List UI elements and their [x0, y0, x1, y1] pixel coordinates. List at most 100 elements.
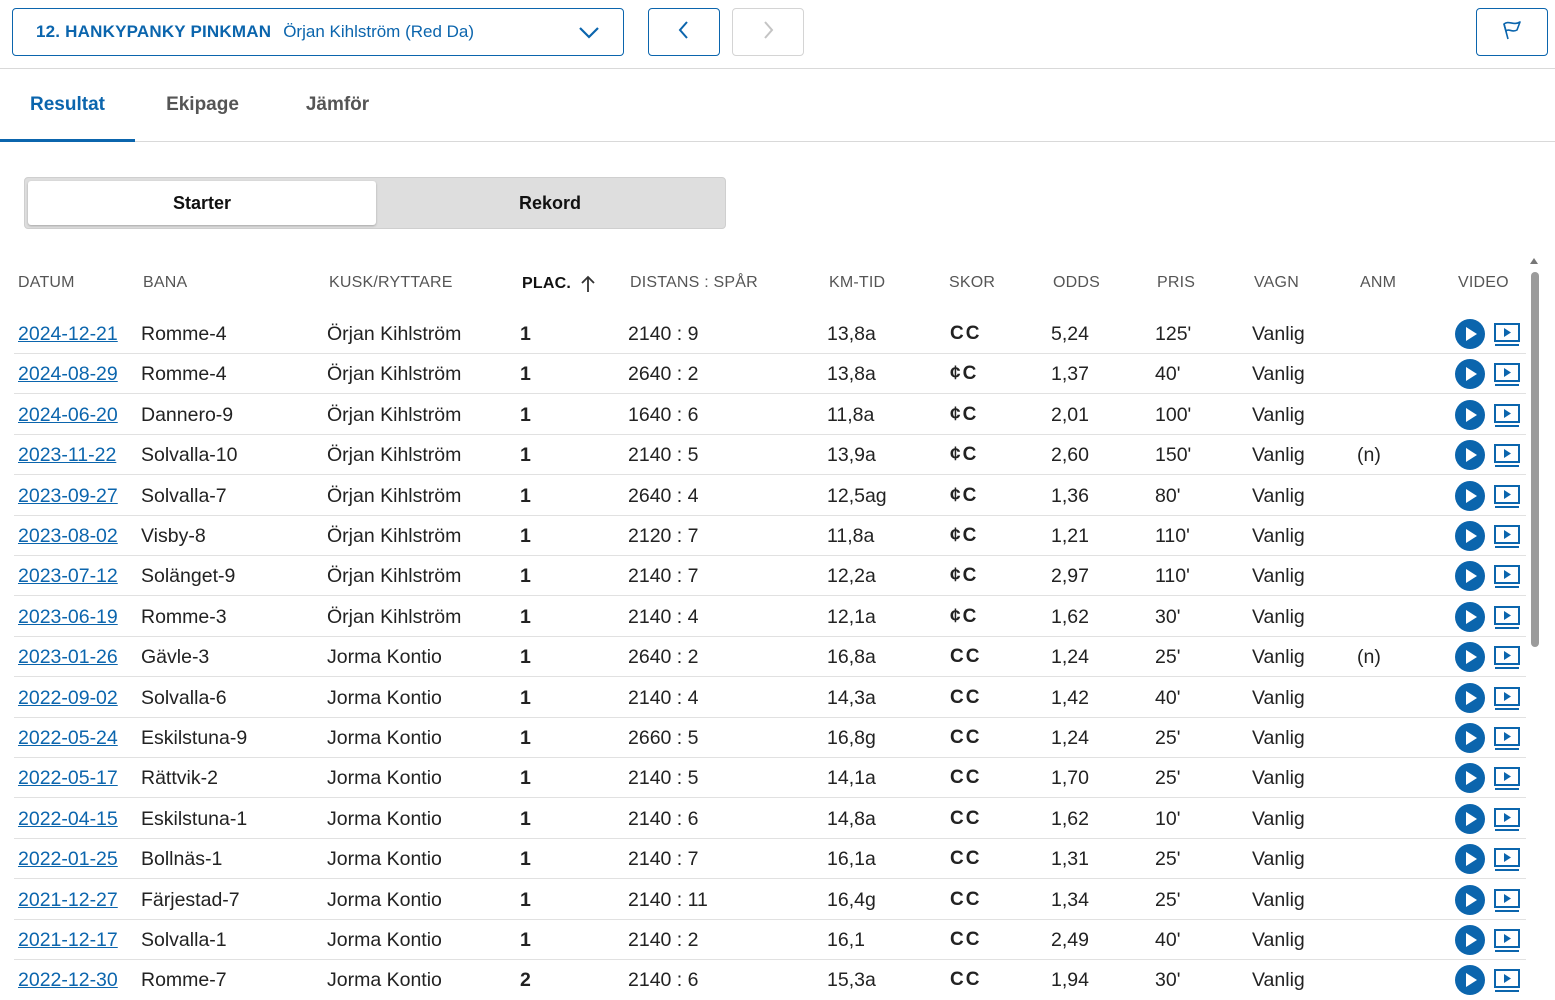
play-circle-icon[interactable]: [1455, 925, 1485, 955]
video-replay-icon[interactable]: [1493, 766, 1521, 797]
row-date-link[interactable]: 2022-04-15: [18, 808, 118, 831]
row-bana: Romme-7: [141, 969, 227, 992]
scroll-up-arrow[interactable]: [1530, 258, 1538, 264]
play-circle-icon[interactable]: [1455, 480, 1485, 511]
row-date-link[interactable]: 2023-09-27: [18, 485, 118, 508]
column-header-distans[interactable]: DISTANS : SPÅR: [630, 274, 758, 292]
column-header-kusk[interactable]: KUSK/RYTTARE: [329, 274, 453, 292]
video-replay-icon[interactable]: [1493, 928, 1521, 959]
video-replay-icon[interactable]: [1493, 847, 1521, 878]
column-header-skor[interactable]: SKOR: [949, 274, 995, 292]
table-row: 2024-06-20 Dannero-9 Örjan Kihlström 1 1640 …: [14, 395, 1526, 435]
video-replay-icon[interactable]: [1493, 484, 1521, 515]
play-circle-icon[interactable]: [1455, 601, 1485, 632]
row-date-link[interactable]: 2024-12-21: [18, 323, 118, 346]
tab-resultat[interactable]: Resultat: [0, 69, 135, 142]
row-vagn: Vanlig: [1252, 646, 1305, 669]
row-vagn: Vanlig: [1252, 565, 1305, 588]
video-replay-icon[interactable]: [1493, 322, 1521, 353]
next-horse-button[interactable]: [732, 8, 804, 56]
column-header-vagn[interactable]: VAGN: [1254, 274, 1299, 292]
play-circle-icon[interactable]: [1455, 763, 1485, 794]
column-header-odds[interactable]: ODDS: [1053, 274, 1100, 292]
column-header-pris[interactable]: PRIS: [1157, 274, 1195, 292]
play-circle-icon[interactable]: [1455, 884, 1485, 915]
video-replay-icon[interactable]: [1493, 362, 1521, 393]
table-row: 2021-12-17 Solvalla-1 Jorma Kontio 1 2140 : …: [14, 920, 1526, 960]
column-header-anm[interactable]: ANM: [1360, 274, 1396, 292]
row-distans: 2140 : 7: [628, 848, 699, 871]
row-date-link[interactable]: 2022-09-02: [18, 687, 118, 710]
play-circle-icon[interactable]: [1455, 399, 1485, 430]
table-row: 2022-09-02 Solvalla-6 Jorma Kontio 1 2140 : …: [14, 678, 1526, 718]
play-circle-icon[interactable]: [1455, 642, 1485, 673]
row-date-link[interactable]: 2024-06-20: [18, 404, 118, 427]
row-date-link[interactable]: 2022-01-25: [18, 848, 118, 871]
video-replay-icon[interactable]: [1493, 968, 1521, 999]
row-bana: Färjestad-7: [141, 888, 240, 911]
tab-jamfor[interactable]: Jämför: [280, 69, 395, 141]
previous-horse-button[interactable]: [648, 8, 720, 56]
row-date-link[interactable]: 2023-06-19: [18, 606, 118, 629]
row-date-link[interactable]: 2023-01-26: [18, 646, 118, 669]
segment-rekord[interactable]: Rekord: [376, 181, 724, 225]
row-date-link[interactable]: 2022-12-30: [18, 969, 118, 992]
play-circle-icon[interactable]: [1455, 682, 1485, 713]
play-circle-icon[interactable]: [1455, 319, 1485, 349]
row-date-link[interactable]: 2024-08-29: [18, 363, 118, 386]
row-pris: 10': [1155, 807, 1181, 830]
row-date-link[interactable]: 2022-05-17: [18, 767, 118, 790]
video-replay-icon[interactable]: [1493, 645, 1521, 676]
row-date-link[interactable]: 2023-07-12: [18, 565, 118, 588]
video-replay-icon[interactable]: [1493, 605, 1521, 636]
row-bana: Solvalla-7: [141, 484, 227, 507]
column-header-kmtid[interactable]: KM-TID: [829, 274, 885, 292]
column-header-video: VIDEO: [1458, 274, 1509, 291]
video-replay-icon[interactable]: [1493, 524, 1521, 555]
row-odds: 1,36: [1051, 484, 1089, 507]
video-replay-icon[interactable]: [1493, 564, 1521, 595]
column-header-bana[interactable]: BANA: [143, 274, 187, 292]
row-date-link[interactable]: 2021-12-27: [18, 889, 118, 912]
video-replay-icon[interactable]: [1493, 888, 1521, 919]
tab-ekipage[interactable]: Ekipage: [140, 69, 265, 141]
play-circle-icon[interactable]: [1455, 521, 1485, 551]
video-replay-icon[interactable]: [1493, 726, 1521, 757]
play-circle-icon[interactable]: [1455, 965, 1485, 996]
play-circle-icon[interactable]: [1455, 359, 1485, 390]
row-distans: 2140 : 11: [628, 888, 708, 911]
row-plac: 1: [520, 484, 531, 507]
play-circle-icon[interactable]: [1455, 723, 1485, 753]
play-circle-icon[interactable]: [1455, 561, 1485, 592]
segment-starter[interactable]: Starter: [28, 181, 376, 225]
row-plac: 1: [520, 686, 531, 709]
play-circle-icon[interactable]: [1455, 844, 1485, 875]
row-plac: 1: [520, 525, 531, 547]
play-circle-icon[interactable]: [1455, 803, 1485, 834]
scrollbar-thumb[interactable]: [1531, 272, 1539, 647]
report-button[interactable]: [1476, 8, 1548, 56]
video-replay-icon[interactable]: [1493, 686, 1521, 717]
column-header-plac[interactable]: PLAC.: [522, 274, 597, 294]
row-kmtid: 16,8g: [827, 727, 876, 749]
table-row: 2023-06-19 Romme-3 Örjan Kihlström 1 2140 : …: [14, 597, 1526, 637]
horse-select-dropdown[interactable]: 12. HANKYPANKY PINKMAN Örjan Kihlström (…: [12, 8, 624, 56]
row-skor: CC: [950, 888, 982, 910]
row-date-link[interactable]: 2022-05-24: [18, 727, 118, 750]
play-circle-icon[interactable]: [1455, 440, 1485, 471]
row-distans: 2140 : 4: [628, 605, 699, 628]
video-replay-icon[interactable]: [1493, 443, 1521, 474]
row-distans: 1640 : 6: [628, 403, 699, 426]
video-replay-icon[interactable]: [1493, 807, 1521, 838]
column-header-datum[interactable]: DATUM: [18, 274, 75, 292]
video-replay-icon[interactable]: [1493, 403, 1521, 434]
row-date-link[interactable]: 2023-08-02: [18, 525, 118, 548]
horse-name: 12. HANKYPANKY PINKMAN: [36, 22, 272, 41]
row-odds: 1,21: [1051, 525, 1089, 547]
tab-bar: Resultat Ekipage Jämför: [0, 69, 1555, 142]
row-kusk: Örjan Kihlström: [327, 323, 462, 345]
row-date-link[interactable]: 2021-12-17: [18, 929, 118, 952]
row-pris: 25': [1155, 727, 1181, 749]
row-vagn: Vanlig: [1252, 929, 1305, 951]
row-date-link[interactable]: 2023-11-22: [18, 444, 116, 467]
